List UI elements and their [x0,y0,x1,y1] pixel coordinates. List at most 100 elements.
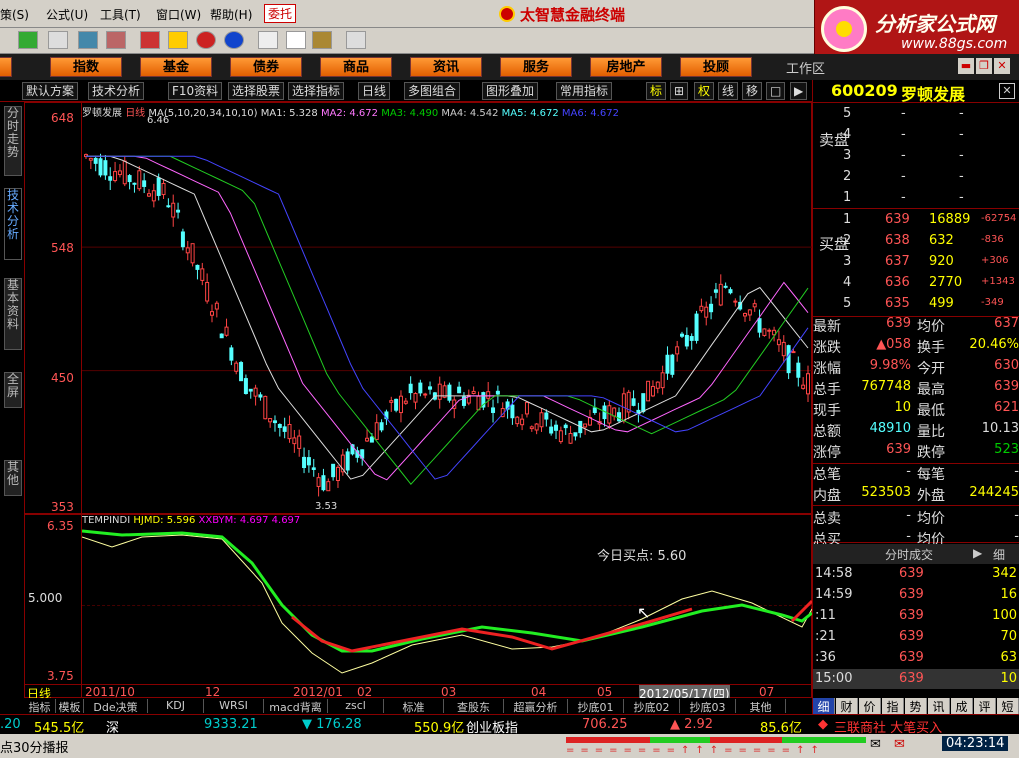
tab-macd[interactable]: macd背离 [264,699,328,714]
candle [680,333,685,337]
tab-fullscreen[interactable]: 全屏 [4,372,22,408]
books-icon[interactable] [312,31,332,49]
overlay-button[interactable]: 图形叠加 [482,82,539,100]
candle [641,393,646,413]
candle [243,378,248,394]
printer-icon[interactable] [258,31,278,49]
workarea-label[interactable]: 工作区 [786,58,825,77]
stat-value: - [1014,529,1019,544]
nav-stock[interactable]: 股 [0,57,12,77]
crosshair-icon[interactable]: ⊞ [670,82,689,100]
toolbar-icon-2[interactable] [48,31,68,49]
toolbar-icon-1[interactable] [18,31,38,49]
panel-tab[interactable]: 财 [836,698,858,715]
nav-index[interactable]: 指数 [50,57,122,77]
tab-other-indicators[interactable]: 其他 [736,699,786,714]
close-icon[interactable]: ✕ [994,58,1010,74]
tab-wrsi[interactable]: WRSI [204,699,264,713]
tick-price: 639 [899,629,924,644]
diamond-icon[interactable] [168,31,188,49]
nav-realestate[interactable]: 房地产 [590,57,662,77]
tab-bottom03[interactable]: 抄底03 [680,699,736,714]
box-icon[interactable]: □ [766,82,786,100]
panel-tab[interactable]: 势 [905,698,927,715]
ticks-tab-arrow-icon[interactable]: ▶ [973,546,982,560]
panel-tab[interactable]: 讯 [928,698,950,715]
stat-value: - [906,508,911,523]
binoculars-icon[interactable] [78,31,98,49]
select-indicator-button[interactable]: 选择指标 [288,82,345,100]
menu-window[interactable]: 窗口(W) [156,6,201,23]
nav-commodity[interactable]: 商品 [320,57,392,77]
tick-volume: 342 [992,566,1017,581]
tab-indicator[interactable]: 指标 [24,699,56,714]
panel-tab[interactable]: 成 [951,698,973,715]
tab-timeshare[interactable]: 分时走势 [4,106,22,176]
panel-tab[interactable]: 短 [997,698,1019,715]
common-indicator-button[interactable]: 常用指标 [556,82,613,100]
ticks-tab[interactable]: 细 [993,546,1005,563]
panel-tab[interactable]: 价 [859,698,881,715]
menu-strategy[interactable]: 策(S) [0,6,29,23]
candle [176,209,181,213]
nav-news[interactable]: 资讯 [410,57,482,77]
move-button[interactable]: 移 [742,82,763,100]
stat-value: 244245 [969,485,1019,500]
candle [592,407,597,413]
buy-change: +306 [981,255,1009,266]
line-button[interactable]: 线 [718,82,739,100]
tab-other[interactable]: 其他 [4,460,22,496]
toolbar-icon-8[interactable] [224,31,244,49]
tab-bottom02[interactable]: 抄底02 [624,699,680,714]
menu-formula[interactable]: 公式(U) [46,6,88,23]
tab-super[interactable]: 超赢分析 [504,699,568,714]
tech-analysis-button[interactable]: 技术分析 [88,82,145,100]
nav-bond[interactable]: 债券 [230,57,302,77]
mark-button[interactable]: 标 [646,82,667,100]
restore-icon[interactable]: ❐ [976,58,992,74]
kline-chart[interactable] [82,117,812,513]
tab-bottom01[interactable]: 抄底01 [568,699,624,714]
nav-advisor[interactable]: 投顾 [680,57,752,77]
mail2-icon[interactable]: ✉ [894,737,905,752]
toolbar-icon-5[interactable] [140,31,160,49]
period-button[interactable]: 日线 [358,82,391,100]
panel-tab[interactable]: 评 [974,698,996,715]
panel-tab[interactable]: 指 [882,698,904,715]
weituo-button[interactable]: 委托 [264,4,297,23]
stat-value: ▲058 [876,337,911,352]
mail-icon[interactable]: ✉ [870,737,881,752]
nav-fund[interactable]: 基金 [140,57,212,77]
rights-button[interactable]: 权 [694,82,715,100]
multi-chart-button[interactable]: 多图组合 [404,82,461,100]
f10-button[interactable]: F10资料 [168,82,223,100]
close-panel-icon[interactable]: ✕ [999,83,1015,99]
indicator-chart[interactable] [82,523,812,681]
play-icon[interactable]: ▶ [790,82,808,100]
select-stock-button[interactable]: 选择股票 [228,82,285,100]
tab-tech-analysis[interactable]: 技术分析 [4,188,22,260]
tab-kdj[interactable]: KDJ [148,699,204,713]
tab-basic-info[interactable]: 基本资料 [4,278,22,350]
minimize-icon[interactable]: ▬ [958,58,974,74]
chart-area[interactable]: 648 548 450 353 6.35 5.000 3.75 罗顿发展 日线 … [24,102,812,702]
panel-tab[interactable]: 细 [813,698,835,715]
candle [103,160,108,176]
candle [418,382,423,394]
help-cursor-icon[interactable] [346,31,366,49]
menu-help[interactable]: 帮助(H) [210,6,252,23]
tab-dde[interactable]: Dde决策 [84,699,148,714]
tab-standard[interactable]: 标准 [384,699,444,714]
divider [813,208,1019,209]
window-icon[interactable] [286,31,306,49]
nav-service[interactable]: 服务 [500,57,572,77]
toolbar-icon-7[interactable] [196,31,216,49]
toolbar-icon-4[interactable] [106,31,126,49]
tick-price: 639 [899,650,924,665]
tab-template[interactable]: 模板 [56,699,84,714]
tab-shareholder[interactable]: 查股东 [444,699,504,714]
menu-tools[interactable]: 工具(T) [100,6,141,23]
default-scheme-button[interactable]: 默认方案 [22,82,79,100]
tab-zscl[interactable]: zscl [328,699,384,713]
sell-price: - [901,148,906,163]
